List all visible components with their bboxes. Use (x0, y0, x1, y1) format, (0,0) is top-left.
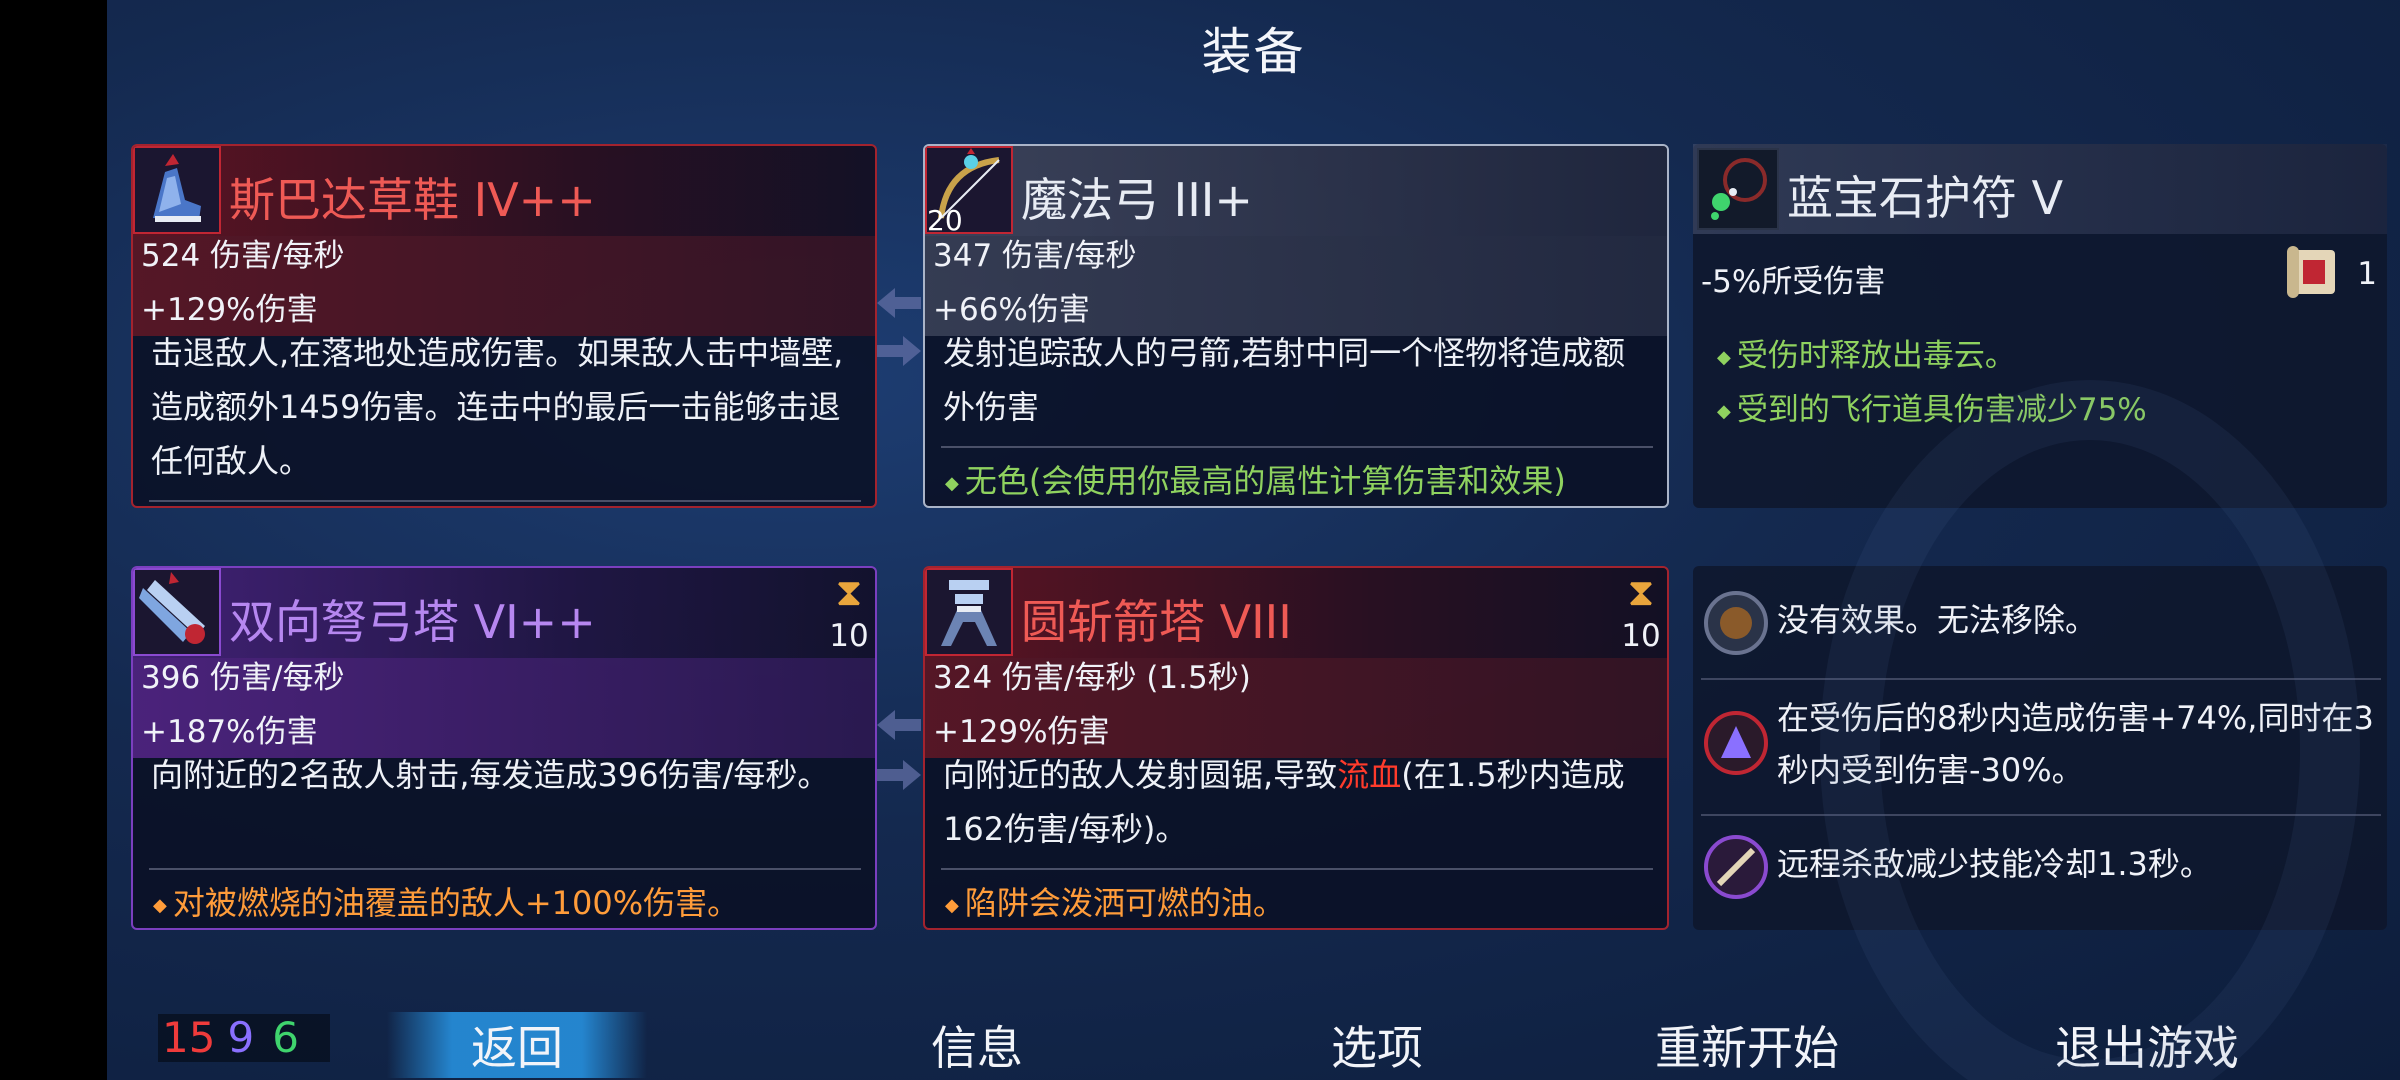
item-name: 圆斩箭塔 VIII (1021, 595, 1292, 649)
tactics-stat: 9 (227, 1013, 255, 1062)
item-note: ◆ 对被燃烧的油覆盖的敌人+100%伤害。 (153, 884, 740, 922)
scroll-count: 1 (2357, 256, 2377, 292)
arrow-left-icon (877, 288, 921, 318)
amulet-icon (1697, 148, 1779, 230)
item-note: ◆ 无色(会使用你最高的属性计算伤害和效果) (945, 462, 1566, 500)
item-description: 击退敌人,在落地处造成伤害。如果敌人击中墙壁,造成额外1459伤害。连击中的最后… (151, 334, 844, 480)
item-card-crossbow-turret[interactable]: 双向弩弓塔 VI++ ⧗ 10 396 伤害/每秒 +187%伤害 向附近的2名… (131, 566, 877, 930)
item-name: 双向弩弓塔 VI++ (229, 595, 596, 649)
survival-stat: 6 (272, 1013, 299, 1062)
divider (149, 500, 861, 502)
bullet-icon: ◆ (1717, 347, 1731, 368)
deploy-timer: ⧗ 10 (829, 572, 869, 660)
stat-scrolls: 15 9 6 (158, 1014, 330, 1062)
crossbow-turret-icon (133, 568, 221, 656)
divider (1701, 814, 2381, 816)
item-description: 向附近的敌人发射圆锯,导致流血(在1.5秒内造成162伤害/每秒)。 (943, 756, 1625, 848)
bullet-icon: ◆ (945, 472, 959, 494)
item-damage-bonus: +129%伤害 (933, 714, 1110, 750)
hourglass-icon: ⧗ (1627, 570, 1655, 614)
item-name: 魔法弓 III+ (1021, 173, 1253, 227)
item-card-spartan-sandals[interactable]: 斯巴达草鞋 IV++ 524 伤害/每秒 +129%伤害 击退敌人,在落地处造成… (131, 144, 877, 508)
timer-value: 10 (829, 618, 869, 654)
item-card-magic-bow[interactable]: 20 魔法弓 III+ 347 伤害/每秒 +66%伤害 发射追踪敌人的弓箭,若… (923, 144, 1669, 508)
item-damage-bonus: +129%伤害 (141, 292, 318, 328)
item-note: ◆ 陷阱会泼洒可燃的油。 (945, 884, 1285, 922)
amulet-stat: -5%所受伤害 (1701, 264, 1886, 300)
restart-button[interactable]: 重新开始 (1627, 1012, 1867, 1078)
equipment-screen: 装备 斯巴达草鞋 IV++ 524 伤害/每秒 +129%伤害 击退敌人,在落地… (107, 0, 2400, 1080)
timer-value: 10 (1621, 618, 1661, 654)
sawblade-turret-icon (925, 568, 1013, 656)
scroll-icon (2287, 246, 2335, 298)
arrow-left-icon (877, 710, 921, 740)
bullet-icon: ◆ (945, 894, 959, 916)
arrow-right-icon (877, 760, 921, 790)
mutation-text: 没有效果。无法移除。 (1777, 601, 2098, 639)
amulet-name: 蓝宝石护符 V (1787, 171, 2064, 225)
quit-game-button[interactable]: 退出游戏 (2027, 1012, 2267, 1078)
page-title: 装备 (1201, 23, 1306, 81)
hourglass-icon: ⧗ (835, 570, 863, 614)
item-damage-bonus: +66%伤害 (933, 292, 1090, 328)
bleed-keyword[interactable]: 流血 (1337, 756, 1401, 794)
item-damage-bonus: +187%伤害 (141, 714, 318, 750)
arrow-right-icon (877, 336, 921, 366)
brutality-stat: 15 (162, 1013, 216, 1062)
amulet-card[interactable]: 蓝宝石护符 V -5%所受伤害 1 ◆ 受伤时释放出毒云。 ◆ 受到的飞行道具伤害减… (1693, 144, 2387, 508)
item-card-sawblade-turret[interactable]: 圆斩箭塔 VIII ⧗ 10 324 伤害/每秒 (1.5秒) +129%伤害 … (923, 566, 1669, 930)
mutation-cooldown-icon (1704, 835, 1768, 899)
bullet-icon: ◆ (153, 894, 167, 916)
item-dps: 396 伤害/每秒 (141, 660, 345, 696)
item-dps: 324 伤害/每秒 (1.5秒) (933, 660, 1251, 696)
divider (149, 868, 861, 870)
bottom-menu: 15 9 6 返回 信息 选项 重新开始 退出游戏 (107, 1000, 2400, 1080)
divider (941, 446, 1653, 448)
sandal-icon (133, 146, 221, 234)
deploy-timer: ⧗ 10 (1621, 572, 1661, 660)
divider (1701, 678, 2381, 680)
back-button[interactable]: 返回 (387, 1012, 647, 1078)
item-description: 向附近的2名敌人射击,每发造成396伤害/每秒。 (151, 756, 830, 794)
item-dps: 347 伤害/每秒 (933, 238, 1137, 274)
amulet-effect: ◆ 受伤时释放出毒云。 (1717, 338, 2016, 374)
mutation-text: 在受伤后的8秒内造成伤害+74%,同时在3秒内受到伤害-30%。 (1777, 699, 2374, 789)
mutation-text: 远程杀敌减少技能冷却1.3秒。 (1777, 845, 2212, 883)
item-name: 斯巴达草鞋 IV++ (229, 173, 596, 227)
mutation-damage-icon (1704, 711, 1768, 775)
options-button[interactable]: 选项 (1307, 1012, 1447, 1078)
mutations-panel: 没有效果。无法移除。 在受伤后的8秒内造成伤害+74%,同时在3秒内受到伤害-3… (1693, 566, 2387, 930)
divider (941, 868, 1653, 870)
bullet-icon: ◆ (1717, 401, 1731, 422)
amulet-effect: ◆ 受到的飞行道具伤害减少75% (1717, 392, 2147, 428)
mutation-empty-icon (1704, 591, 1768, 655)
item-dps: 524 伤害/每秒 (141, 238, 345, 274)
item-description: 发射追踪敌人的弓箭,若射中同一个怪物将造成额外伤害 (943, 334, 1626, 426)
info-button[interactable]: 信息 (907, 1012, 1047, 1078)
